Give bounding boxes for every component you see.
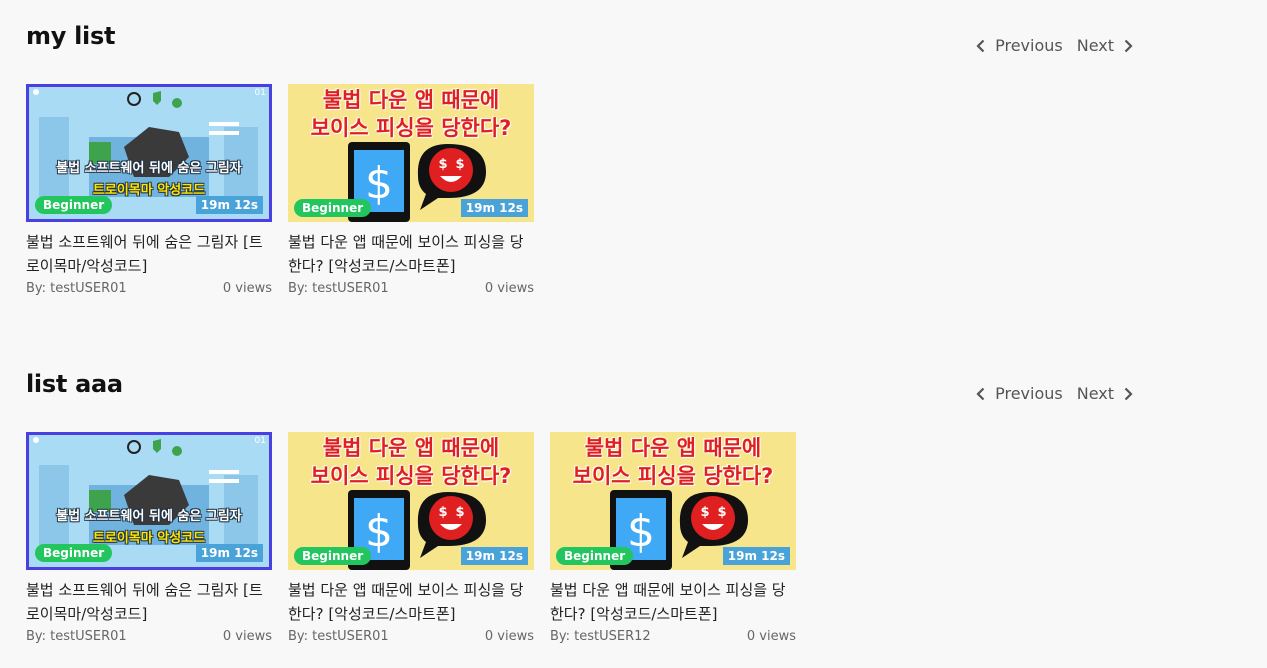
svg-text:$: $ [438, 157, 447, 172]
section-title: list aaa [26, 370, 123, 398]
level-badge: Beginner [556, 547, 634, 565]
level-badge: Beginner [294, 547, 372, 565]
next-button[interactable]: Next [1077, 36, 1136, 55]
author: By: testUSER12 [550, 629, 651, 644]
previous-label: Previous [995, 384, 1063, 403]
view-count: 0 views [484, 281, 534, 296]
video-card[interactable]: 01 불법 소프트웨어 뒤에 숨은 그림자 트로이목마 악성코드 Beginne… [26, 432, 272, 644]
svg-text:$: $ [627, 506, 655, 557]
video-card[interactable]: $ $ $ 불법 다운 앱 때문에 보이스 피싱을 당한다? Beginner … [288, 84, 534, 296]
video-card[interactable]: $ $ $ 불법 다운 앱 때문에 보이스 피싱을 당한다? Beginner … [288, 432, 534, 644]
video-meta: By: testUSER01 0 views [288, 629, 534, 644]
chevron-left-icon [976, 387, 985, 400]
thumbnail-caption-line: 불법 다운 앱 때문에 [584, 436, 762, 460]
duration-badge: 19m 12s [722, 547, 790, 565]
level-badge: Beginner [294, 199, 372, 217]
playlist-section: list aaa Previous Next 01 불법 소프트웨어 뒤에 숨은… [26, 370, 1136, 660]
view-count: 0 views [746, 629, 796, 644]
author: By: testUSER01 [288, 281, 389, 296]
next-label: Next [1076, 384, 1114, 403]
card-list: 01 불법 소프트웨어 뒤에 숨은 그림자 트로이목마 악성코드 Beginne… [26, 432, 796, 644]
chevron-right-icon [1124, 39, 1133, 52]
duration-badge: 19m 12s [195, 544, 263, 562]
view-count: 0 views [484, 629, 534, 644]
video-card[interactable]: $ $ $ 불법 다운 앱 때문에 보이스 피싱을 당한다? Beginner … [550, 432, 796, 644]
duration-badge: 19m 12s [195, 196, 263, 214]
episode-tag: 01 [254, 436, 266, 446]
thumbnail-caption: 불법 다운 앱 때문에 보이스 피싱을 당한다? [550, 434, 796, 490]
card-list: 01 불법 소프트웨어 뒤에 숨은 그림자 트로이목마 악성코드 Beginne… [26, 84, 534, 296]
video-title[interactable]: 불법 다운 앱 때문에 보이스 피싱을 당한다? [악성코드/스마트폰] [288, 578, 534, 626]
video-title[interactable]: 불법 다운 앱 때문에 보이스 피싱을 당한다? [악성코드/스마트폰] [288, 230, 534, 278]
duration-badge: 19m 12s [460, 547, 528, 565]
author: By: testUSER01 [288, 629, 389, 644]
author: By: testUSER01 [26, 629, 127, 644]
view-count: 0 views [222, 281, 272, 296]
svg-text:$: $ [438, 505, 447, 520]
video-thumbnail[interactable]: 01 불법 소프트웨어 뒤에 숨은 그림자 트로이목마 악성코드 Beginne… [26, 432, 272, 570]
video-title[interactable]: 불법 소프트웨어 뒤에 숨은 그림자 [트로이목마/악성코드] [26, 578, 272, 626]
previous-label: Previous [995, 36, 1063, 55]
thumbnail-caption-line: 보이스 피싱을 당한다? [572, 464, 774, 488]
level-badge: Beginner [35, 544, 113, 562]
svg-text:$: $ [365, 506, 393, 557]
video-thumbnail[interactable]: 01 불법 소프트웨어 뒤에 숨은 그림자 트로이목마 악성코드 Beginne… [26, 84, 272, 222]
pager: Previous Next [973, 36, 1136, 55]
section-title: my list [26, 22, 116, 50]
thumbnail-caption-line: 불법 다운 앱 때문에 [322, 88, 500, 112]
level-badge: Beginner [35, 196, 113, 214]
video-card[interactable]: 01 불법 소프트웨어 뒤에 숨은 그림자 트로이목마 악성코드 Beginne… [26, 84, 272, 296]
video-thumbnail[interactable]: $ $ $ 불법 다운 앱 때문에 보이스 피싱을 당한다? Beginner … [550, 432, 796, 570]
video-meta: By: testUSER01 0 views [26, 629, 272, 644]
previous-button[interactable]: Previous [973, 36, 1063, 55]
duration-badge: 19m 12s [460, 199, 528, 217]
chevron-left-icon [976, 39, 985, 52]
thumbnail-caption: 불법 소프트웨어 뒤에 숨은 그림자 [56, 509, 242, 524]
pager: Previous Next [973, 384, 1136, 403]
thumbnail-caption: 불법 다운 앱 때문에 보이스 피싱을 당한다? [288, 434, 534, 490]
video-thumbnail[interactable]: $ $ $ 불법 다운 앱 때문에 보이스 피싱을 당한다? Beginner … [288, 432, 534, 570]
svg-text:$: $ [455, 157, 464, 172]
svg-text:$: $ [700, 505, 709, 520]
next-button[interactable]: Next [1077, 384, 1136, 403]
thumbnail-caption: 불법 다운 앱 때문에 보이스 피싱을 당한다? [288, 86, 534, 142]
episode-tag: 01 [254, 88, 266, 98]
thumbnail-caption-line: 불법 다운 앱 때문에 [322, 436, 500, 460]
svg-text:$: $ [455, 505, 464, 520]
video-thumbnail[interactable]: $ $ $ 불법 다운 앱 때문에 보이스 피싱을 당한다? Beginner … [288, 84, 534, 222]
view-count: 0 views [222, 629, 272, 644]
previous-button[interactable]: Previous [973, 384, 1063, 403]
video-title[interactable]: 불법 소프트웨어 뒤에 숨은 그림자 [트로이목마/악성코드] [26, 230, 272, 278]
svg-text:$: $ [365, 158, 393, 209]
next-label: Next [1076, 36, 1114, 55]
video-meta: By: testUSER01 0 views [288, 281, 534, 296]
author: By: testUSER01 [26, 281, 127, 296]
playlist-section: my list Previous Next 01 불법 소프트웨어 뒤에 숨은 … [26, 22, 1136, 312]
thumbnail-caption-line: 보이스 피싱을 당한다? [310, 464, 512, 488]
svg-text:$: $ [717, 505, 726, 520]
video-title[interactable]: 불법 다운 앱 때문에 보이스 피싱을 당한다? [악성코드/스마트폰] [550, 578, 796, 626]
thumbnail-caption: 불법 소프트웨어 뒤에 숨은 그림자 [56, 161, 242, 176]
video-meta: By: testUSER01 0 views [26, 281, 272, 296]
video-meta: By: testUSER12 0 views [550, 629, 796, 644]
chevron-right-icon [1124, 387, 1133, 400]
thumbnail-caption-line: 보이스 피싱을 당한다? [310, 116, 512, 140]
